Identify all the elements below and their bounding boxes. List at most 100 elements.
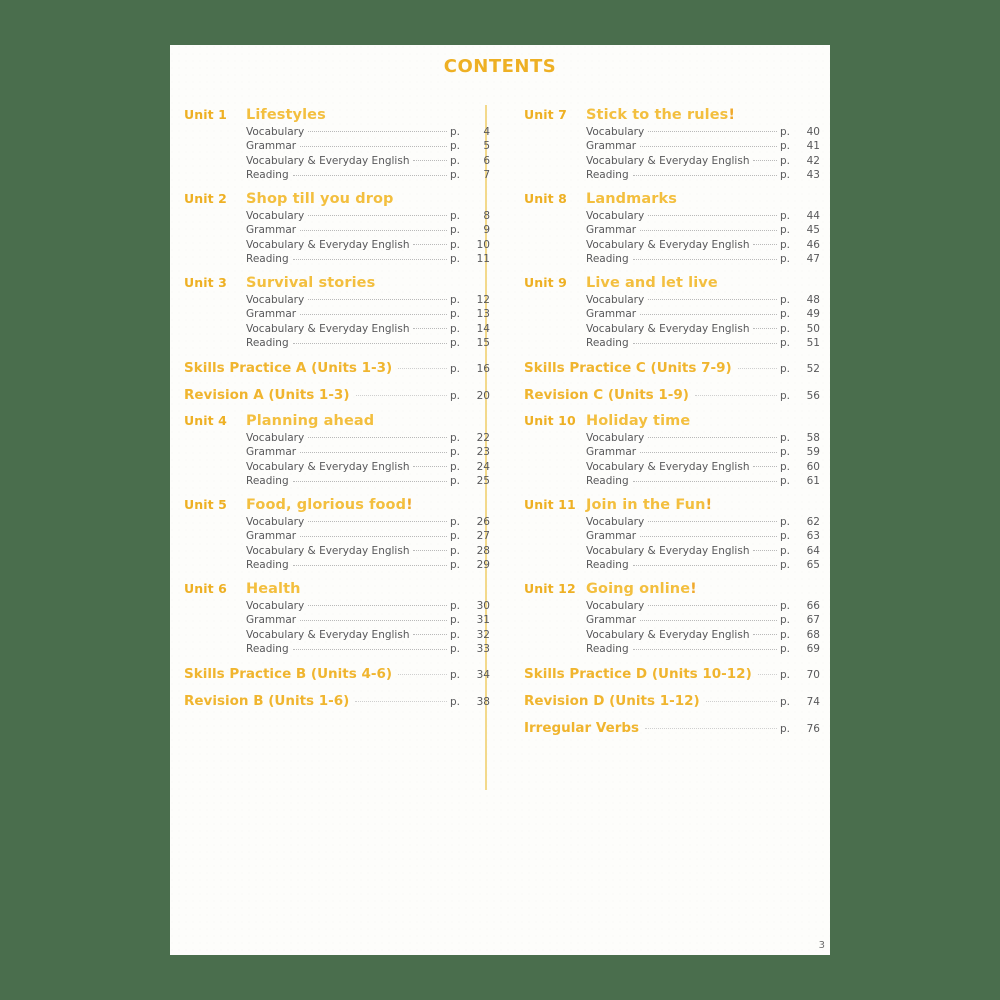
page-prefix: p. [450,544,461,557]
toc-entry[interactable]: Grammar p. 5 [246,140,490,152]
toc-entry[interactable]: Grammar p. 9 [246,224,490,236]
toc-entry[interactable]: Vocabulary p. 8 [246,210,490,222]
toc-entry[interactable]: Grammar p. 23 [246,446,490,458]
page-prefix: p. [450,308,461,320]
toc-entry[interactable]: Reading p. 33 [246,643,490,655]
unit-header[interactable]: Unit 12 Going online! [524,581,820,597]
dot-leader [640,451,777,453]
toc-entry[interactable]: Vocabulary p. 48 [586,294,820,306]
toc-entry[interactable]: Vocabulary & Everyday English p. 64 [586,545,820,557]
toc-section-entry[interactable]: Skills Practice D (Units 10-12) p. 70 [524,666,820,682]
toc-entry[interactable]: Reading p. 7 [246,169,490,181]
unit-header[interactable]: Unit 1 Lifestyles [184,107,490,123]
toc-page-number: 60 [806,460,820,473]
toc-entry-label: Vocabulary [246,515,305,528]
toc-entry[interactable]: Vocabulary p. 40 [586,126,820,138]
toc-section-entry[interactable]: Revision A (Units 1-3) p. 20 [184,387,490,403]
unit-header[interactable]: Unit 7 Stick to the rules! [524,107,820,123]
toc-entry-label: Reading [246,475,289,487]
toc-entry[interactable]: Vocabulary & Everyday English p. 32 [246,629,490,641]
page-prefix: p. [780,308,791,320]
toc-entry-label: Vocabulary & Everyday English [586,322,750,335]
toc-entry[interactable]: Vocabulary p. 58 [586,432,820,444]
toc-entry[interactable]: Grammar p. 49 [586,308,820,320]
toc-entry[interactable]: Reading p. 25 [246,475,490,487]
toc-entry[interactable]: Reading p. 11 [246,253,490,265]
toc-page-number: 76 [806,723,820,735]
toc-entry[interactable]: Reading p. 29 [246,559,490,571]
unit-title-text: Landmarks [586,191,677,207]
toc-section-entry[interactable]: Skills Practice B (Units 4-6) p. 34 [184,666,490,682]
toc-entry[interactable]: Reading p. 47 [586,253,820,265]
toc-entry[interactable]: Vocabulary p. 22 [246,432,490,444]
toc-entry[interactable]: Reading p. 43 [586,169,820,181]
toc-page-number: 74 [806,696,820,708]
page-prefix: p. [780,224,791,236]
toc-entry[interactable]: Grammar p. 59 [586,446,820,458]
toc-section-entry[interactable]: Skills Practice A (Units 1-3) p. 16 [184,360,490,376]
toc-entry[interactable]: Vocabulary & Everyday English p. 10 [246,239,490,251]
toc-section-label: Revision A (Units 1-3) [184,387,350,403]
toc-entry[interactable]: Vocabulary p. 66 [586,600,820,612]
unit-title: Stick to the rules! [586,107,735,123]
unit-header[interactable]: Unit 6 Health [184,581,490,597]
unit-title: Health [246,581,301,597]
toc-entry[interactable]: Grammar p. 63 [586,530,820,542]
unit-header[interactable]: Unit 9 Live and let live [524,275,820,291]
unit-header[interactable]: Unit 4 Planning ahead [184,413,490,429]
unit-header[interactable]: Unit 8 Landmarks [524,191,820,207]
toc-entry[interactable]: Vocabulary p. 30 [246,600,490,612]
toc-entry[interactable]: Grammar p. 67 [586,614,820,626]
unit-label: Unit 9 [524,275,567,290]
toc-section-entry[interactable]: Revision C (Units 1-9) p. 56 [524,387,820,403]
toc-section-entry[interactable]: Irregular Verbs p. 76 [524,720,820,736]
unit-header[interactable]: Unit 5 Food, glorious food! [184,497,490,513]
toc-entry[interactable]: Vocabulary & Everyday English p. 14 [246,323,490,335]
toc-page-number: 11 [476,253,490,265]
dot-leader [308,299,447,300]
toc-entry[interactable]: Reading p. 61 [586,475,820,487]
toc-entry[interactable]: Grammar p. 41 [586,140,820,152]
unit-header[interactable]: Unit 3 Survival stories [184,275,490,291]
toc-entry[interactable]: Reading p. 65 [586,559,820,571]
contents-column-right: Unit 7 Stick to the rules! Vocabulary p. 40 G… [500,107,830,736]
toc-entry[interactable]: Vocabulary p. 12 [246,294,490,306]
toc-entry[interactable]: Vocabulary p. 62 [586,516,820,528]
toc-entry[interactable]: Grammar p. 45 [586,224,820,236]
dot-leader [640,313,777,315]
toc-entry-label: Reading [586,559,629,571]
toc-entry[interactable]: Vocabulary & Everyday English p. 50 [586,323,820,335]
toc-entry-label: Grammar [586,308,637,320]
toc-entry[interactable]: Vocabulary & Everyday English p. 28 [246,545,490,557]
toc-entry[interactable]: Vocabulary & Everyday English p. 60 [586,461,820,473]
toc-entry[interactable]: Vocabulary & Everyday English p. 68 [586,629,820,641]
unit-label: Unit 7 [524,107,567,122]
toc-entry[interactable]: Grammar p. 31 [246,614,490,626]
dot-leader [648,605,777,606]
unit-header[interactable]: Unit 11 Join in the Fun! [524,497,820,513]
toc-entry[interactable]: Vocabulary & Everyday English p. 46 [586,239,820,251]
toc-entry[interactable]: Vocabulary & Everyday English p. 6 [246,155,490,167]
toc-entry[interactable]: Reading p. 15 [246,337,490,349]
toc-entry[interactable]: Grammar p. 27 [246,530,490,542]
page-prefix: p. [450,530,461,542]
toc-section-entry[interactable]: Skills Practice C (Units 7-9) p. 52 [524,360,820,376]
unit-header[interactable]: Unit 10 Holiday time [524,413,820,429]
toc-entry[interactable]: Vocabulary p. 26 [246,516,490,528]
unit-label: Unit 5 [184,497,227,512]
unit-label: Unit 6 [184,581,227,596]
toc-section-entry[interactable]: Revision B (Units 1-6) p. 38 [184,693,490,709]
toc-entry[interactable]: Vocabulary & Everyday English p. 24 [246,461,490,473]
toc-entry[interactable]: Reading p. 51 [586,337,820,349]
toc-entry[interactable]: Vocabulary p. 4 [246,126,490,138]
toc-entry[interactable]: Reading p. 69 [586,643,820,655]
toc-page-number: 51 [806,337,820,349]
toc-entry[interactable]: Vocabulary & Everyday English p. 42 [586,155,820,167]
toc-entry[interactable]: Grammar p. 13 [246,308,490,320]
unit-header[interactable]: Unit 2 Shop till you drop [184,191,490,207]
toc-section-entry[interactable]: Revision D (Units 1-12) p. 74 [524,693,820,709]
toc-entry-label: Grammar [246,308,297,320]
toc-page-number: 9 [483,224,490,236]
toc-entry[interactable]: Vocabulary p. 44 [586,210,820,222]
toc-entry-label: Vocabulary [586,599,645,612]
